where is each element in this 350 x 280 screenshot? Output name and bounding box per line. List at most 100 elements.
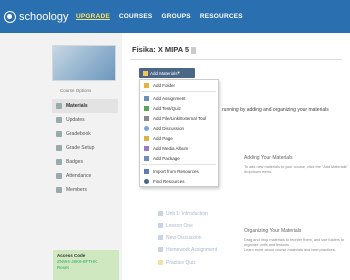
attendance-icon [56, 173, 62, 179]
menu-item-add-assignment[interactable]: Add Assignment [140, 93, 218, 103]
quiz-icon [144, 105, 149, 111]
search-icon [144, 178, 149, 184]
placeholder-item: Practice Quiz [158, 260, 196, 266]
menu-item-find-resources[interactable]: Find Resources [140, 176, 218, 186]
hint-body-adding: To add new materials to your course, cli… [244, 165, 348, 174]
menu-item-label: Find Resources [153, 178, 185, 184]
schoology-logo[interactable]: schoology [0, 10, 70, 23]
course-profile-image [52, 45, 116, 81]
course-title: Fisika: X MIPA 5 [132, 45, 190, 54]
add-materials-button[interactable]: Add Materials ▾ [139, 68, 195, 78]
discussion-icon [144, 125, 149, 131]
main-nav: UPGRADE COURSES GROUPS RESOURCES [70, 13, 243, 20]
assignment-icon [144, 95, 149, 101]
access-code-reset-link[interactable]: Reset [57, 265, 115, 271]
hint-title-adding: Adding Your Materials [244, 155, 293, 161]
sidebar-item-label: Members [66, 187, 87, 193]
placeholder-item-label: Homework Assignment [166, 247, 218, 253]
menu-item-add-test-quiz[interactable]: Add Test/Quiz [140, 103, 218, 113]
schoology-logo-icon [4, 10, 16, 23]
sidebar-item-members[interactable]: Members [52, 183, 118, 197]
hint-body-organizing: Drag and drop materials to reorder them,… [244, 238, 348, 253]
folder-icon [158, 211, 163, 217]
sidebar-item-label: Badges [66, 159, 83, 165]
menu-item-label: Add Media Album [153, 145, 189, 151]
sidebar-item-label: Grade Setup [66, 145, 95, 151]
menu-item-label: Add Assignment [153, 95, 186, 101]
updates-icon [56, 117, 62, 123]
placeholder-item-label: Lesson One [166, 223, 193, 229]
menu-divider [142, 164, 216, 165]
add-materials-menu: Add Folder Add Assignment Add Test/Quiz … [139, 79, 219, 187]
menu-item-label: Add Folder [153, 82, 176, 88]
menu-item-add-media-album[interactable]: Add Media Album [140, 143, 218, 153]
sidebar-item-attendance[interactable]: Attendance [52, 169, 118, 183]
menu-item-label: Add Package [153, 155, 180, 161]
menu-item-label: Add File/Link/External Tool [153, 115, 207, 121]
add-materials-label: Add Materials [150, 70, 178, 76]
menu-item-add-page[interactable]: Add Page [140, 133, 218, 143]
menu-item-add-file-link[interactable]: Add File/Link/External Tool [140, 113, 218, 123]
menu-item-label: Add Discussion [153, 125, 185, 131]
nav-groups[interactable]: GROUPS [161, 13, 190, 20]
menu-item-add-package[interactable]: Add Package [140, 153, 218, 163]
edit-title-icon[interactable] [191, 46, 197, 54]
import-icon [144, 168, 149, 174]
hint-title-organizing: Organizing Your Materials [244, 228, 302, 234]
placeholder-item: Lesson One [158, 223, 193, 229]
materials-icon [56, 103, 62, 109]
package-icon [144, 155, 149, 161]
sidebar-item-label: Attendance [66, 173, 92, 179]
gradebook-icon [56, 131, 62, 137]
menu-item-label: Add Test/Quiz [153, 105, 181, 111]
nav-courses[interactable]: COURSES [119, 13, 153, 20]
discussion-icon [158, 235, 163, 241]
learn-more-link[interactable]: Learn more about course materials and be… [244, 248, 336, 252]
sidebar-item-materials[interactable]: Materials [52, 99, 118, 113]
access-code-box: Access Code ZNW4-J8K9-8FTHK Reset [53, 250, 119, 280]
badge-icon [56, 159, 62, 165]
logo-text: schoology [19, 10, 69, 23]
menu-divider [142, 91, 216, 92]
menu-item-add-folder[interactable]: Add Folder [140, 80, 218, 90]
media-album-icon [144, 145, 149, 151]
page-icon [144, 135, 149, 141]
menu-item-label: Import from Resources [153, 168, 199, 174]
left-sidebar: Course Options Materials Updates Gradebo… [0, 33, 122, 280]
main-content: Fisika: X MIPA 5 Add Materials ▾ Add Fol… [122, 33, 350, 280]
sidebar-item-gradebook[interactable]: Gradebook [52, 127, 118, 141]
nav-upgrade[interactable]: UPGRADE [76, 13, 110, 20]
folder-icon [144, 82, 149, 88]
sidebar-item-label: Gradebook [66, 131, 91, 137]
divider [130, 59, 342, 60]
chevron-down-icon: ▾ [177, 70, 180, 75]
add-materials-icon [143, 70, 148, 76]
menu-item-import-resources[interactable]: Import from Resources [140, 166, 218, 176]
course-options-link[interactable]: Course Options [60, 88, 91, 93]
hint-organizing-text: Drag and drop materials to reorder them,… [244, 238, 345, 247]
members-icon [56, 187, 62, 193]
sidebar-menu: Materials Updates Gradebook Grade Setup … [52, 99, 118, 197]
sidebar-item-label: Materials [66, 103, 88, 109]
placeholder-item: New Discussion [158, 235, 202, 241]
placeholder-item-label: New Discussion [166, 235, 202, 241]
assignment-icon [158, 247, 163, 253]
intro-text: running by adding and organizing your ma… [222, 107, 329, 113]
menu-item-add-discussion[interactable]: Add Discussion [140, 123, 218, 133]
placeholder-item: Unit 1: Introduction [158, 211, 208, 217]
quiz-icon [158, 260, 163, 266]
link-icon [144, 115, 149, 121]
nav-resources[interactable]: RESOURCES [200, 13, 243, 20]
placeholder-item: Homework Assignment [158, 247, 217, 253]
sidebar-item-badges[interactable]: Badges [52, 155, 118, 169]
placeholder-item-label: Practice Quiz [166, 260, 196, 266]
grade-setup-icon [56, 145, 62, 151]
sidebar-item-updates[interactable]: Updates [52, 113, 118, 127]
page-icon [158, 223, 163, 229]
menu-item-label: Add Page [153, 135, 173, 141]
sidebar-item-grade-setup[interactable]: Grade Setup [52, 141, 118, 155]
page-title: Fisika: X MIPA 5 [132, 45, 197, 54]
placeholder-item-label: Unit 1: Introduction [166, 211, 208, 217]
top-navigation-bar: schoology UPGRADE COURSES GROUPS RESOURC… [0, 0, 350, 33]
sidebar-item-label: Updates [66, 117, 85, 123]
